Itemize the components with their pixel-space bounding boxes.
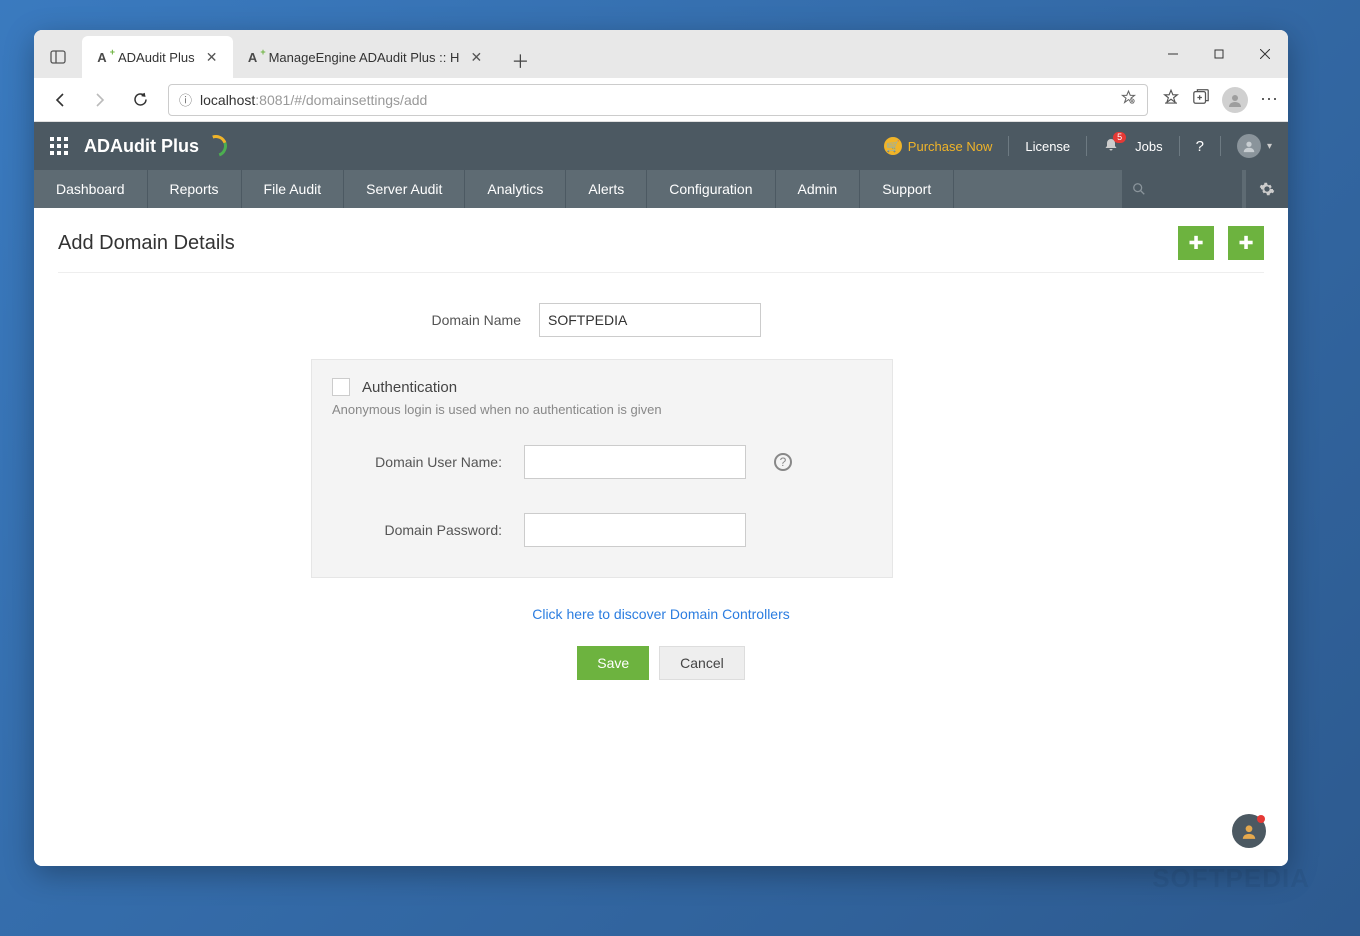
auth-panel: Authentication Anonymous login is used w… [311,359,893,578]
person-icon [1240,822,1258,840]
notifications-button[interactable]: 5 [1103,137,1119,156]
title-bar: A+ ADAudit Plus ✕ A+ ManageEngine ADAudi… [34,30,1288,78]
favicon-icon: A+ [245,49,261,65]
window-controls [1150,34,1288,74]
chevron-down-icon[interactable]: ▾ [1267,141,1272,152]
jobs-link[interactable]: Jobs [1135,139,1162,154]
tab-inactive[interactable]: A+ ManageEngine ADAudit Plus :: H ✕ [233,36,498,78]
toolbar-right: ⋯ [1162,87,1280,113]
browser-window: A+ ADAudit Plus ✕ A+ ManageEngine ADAudi… [34,30,1288,866]
refresh-button[interactable] [122,82,158,118]
save-button[interactable]: Save [577,646,649,680]
nav-search-input[interactable] [1122,170,1242,208]
main-nav: Dashboard Reports File Audit Server Audi… [34,170,1288,208]
more-menu-icon[interactable]: ⋯ [1260,89,1280,110]
search-icon [1132,182,1146,196]
collections-icon[interactable] [1192,88,1210,111]
address-bar-row: ⓘ localhost:8081/#/domainsettings/add ⋯ [34,78,1288,122]
nav-reports[interactable]: Reports [148,170,242,208]
notification-dot [1257,815,1265,823]
url-text: localhost:8081/#/domainsettings/add [200,92,427,108]
forward-button[interactable] [82,82,118,118]
add-button-1[interactable]: ✚ [1178,226,1214,260]
tab-title: ADAudit Plus [118,50,195,65]
new-tab-button[interactable]: ＋ [503,44,537,78]
brand-swoosh-icon [201,131,230,160]
tab-title: ManageEngine ADAudit Plus :: H [269,50,460,65]
brand-label: ADAudit Plus [84,135,227,157]
nav-server-audit[interactable]: Server Audit [344,170,465,208]
notification-badge: 5 [1113,132,1126,143]
close-window-button[interactable] [1242,34,1288,74]
floating-help-button[interactable] [1232,814,1266,848]
domain-password-input[interactable] [524,513,746,547]
close-icon[interactable]: ✕ [203,48,221,66]
help-icon[interactable]: ? [774,453,792,471]
nav-dashboard[interactable]: Dashboard [34,170,148,208]
authentication-label: Authentication [362,379,457,396]
user-avatar-icon[interactable] [1237,134,1261,158]
add-button-2[interactable]: ✚ [1228,226,1264,260]
license-link[interactable]: License [1025,139,1070,154]
app-header: ADAudit Plus 🛒 Purchase Now License 5 Jo… [34,122,1288,170]
minimize-button[interactable] [1150,34,1196,74]
authentication-checkbox[interactable] [332,378,350,396]
back-button[interactable] [42,82,78,118]
nav-file-audit[interactable]: File Audit [242,170,345,208]
nav-configuration[interactable]: Configuration [647,170,775,208]
star-icon[interactable] [1120,89,1137,111]
header-right: 🛒 Purchase Now License 5 Jobs ? ▾ [884,134,1272,158]
discover-dc-link[interactable]: Click here to discover Domain Controller… [311,606,1011,622]
favorites-icon[interactable] [1162,88,1180,111]
settings-button[interactable] [1246,170,1288,208]
nav-alerts[interactable]: Alerts [566,170,647,208]
apps-grid-icon[interactable] [50,137,68,155]
address-input[interactable]: ⓘ localhost:8081/#/domainsettings/add [168,84,1148,116]
maximize-button[interactable] [1196,34,1242,74]
app-area: ADAudit Plus 🛒 Purchase Now License 5 Jo… [34,122,1288,866]
domain-name-label: Domain Name [351,312,521,328]
site-info-icon[interactable]: ⓘ [179,90,192,109]
help-icon[interactable]: ? [1196,138,1204,155]
watermark: SOFTPEDIA [1152,863,1310,894]
tab-strip: A+ ADAudit Plus ✕ A+ ManageEngine ADAudi… [82,30,537,78]
domain-name-input[interactable] [539,303,761,337]
nav-admin[interactable]: Admin [776,170,861,208]
favicon-icon: A+ [94,49,110,65]
domain-password-label: Domain Password: [332,522,502,538]
authentication-hint: Anonymous login is used when no authenti… [332,402,872,417]
nav-support[interactable]: Support [860,170,954,208]
page-content: Add Domain Details ✚ ✚ Domain Name Authe… [34,208,1288,866]
tab-active[interactable]: A+ ADAudit Plus ✕ [82,36,233,78]
cart-icon: 🛒 [884,137,902,155]
nav-analytics[interactable]: Analytics [465,170,566,208]
side-panel-toggle[interactable] [40,39,76,75]
domain-user-label: Domain User Name: [332,454,502,470]
page-title: Add Domain Details [58,232,235,255]
domain-user-input[interactable] [524,445,746,479]
cancel-button[interactable]: Cancel [659,646,745,680]
page-header: Add Domain Details ✚ ✚ [58,226,1264,273]
gear-icon [1259,181,1275,197]
profile-avatar-icon[interactable] [1222,87,1248,113]
purchase-now-link[interactable]: 🛒 Purchase Now [884,137,993,155]
domain-form: Domain Name Authentication Anonymous log… [311,303,1011,680]
close-icon[interactable]: ✕ [467,48,485,66]
